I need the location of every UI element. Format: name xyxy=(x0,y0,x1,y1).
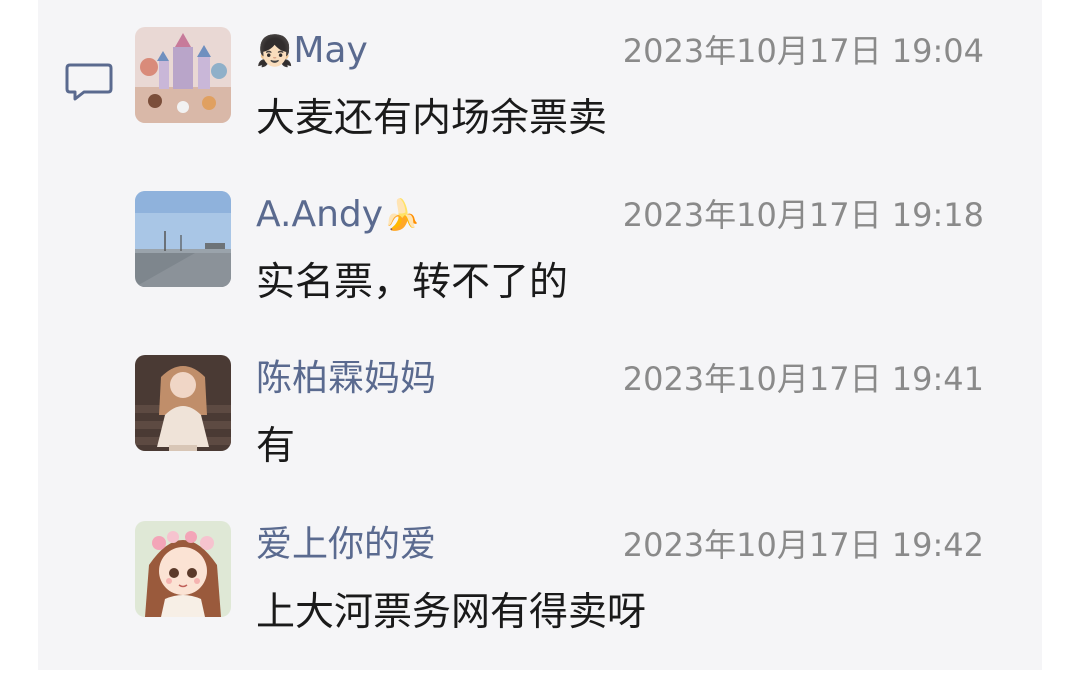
comment-text: 实名票，转不了的 xyxy=(256,260,569,305)
author-name[interactable]: A.Andy xyxy=(256,194,383,235)
avatar[interactable] xyxy=(135,355,231,451)
comment-author[interactable]: 爱上你的爱 xyxy=(256,523,436,567)
comment-time: 2023年10月17日 19:42 xyxy=(622,526,984,564)
comment-text: 有 xyxy=(256,424,296,469)
avatar[interactable] xyxy=(135,27,231,123)
comment-item[interactable]: A.Andy🍌 2023年10月17日 19:18 实名票，转不了的 xyxy=(0,191,1080,351)
comment-text: 上大河票务网有得卖呀 xyxy=(256,590,647,635)
comment-author[interactable]: A.Andy🍌 xyxy=(256,193,420,237)
comment-time: 2023年10月17日 19:04 xyxy=(622,32,984,70)
comment-time: 2023年10月17日 19:18 xyxy=(622,196,984,234)
comment-author[interactable]: 陈柏霖妈妈 xyxy=(256,357,436,401)
comment-item[interactable]: 👧🏻May 2023年10月17日 19:04 大麦还有内场余票卖 xyxy=(0,27,1080,187)
comment-text: 大麦还有内场余票卖 xyxy=(256,96,608,141)
author-emoji: 🍌 xyxy=(383,198,421,233)
comment-time: 2023年10月17日 19:41 xyxy=(622,360,984,398)
avatar[interactable] xyxy=(135,191,231,287)
author-name[interactable]: May xyxy=(293,30,367,71)
comment-item[interactable]: 陈柏霖妈妈 2023年10月17日 19:41 有 xyxy=(0,355,1080,515)
comment-author[interactable]: 👧🏻May xyxy=(256,29,368,73)
avatar[interactable] xyxy=(135,521,231,617)
author-emoji: 👧🏻 xyxy=(256,34,294,69)
comment-item[interactable]: 爱上你的爱 2023年10月17日 19:42 上大河票务网有得卖呀 xyxy=(0,521,1080,681)
